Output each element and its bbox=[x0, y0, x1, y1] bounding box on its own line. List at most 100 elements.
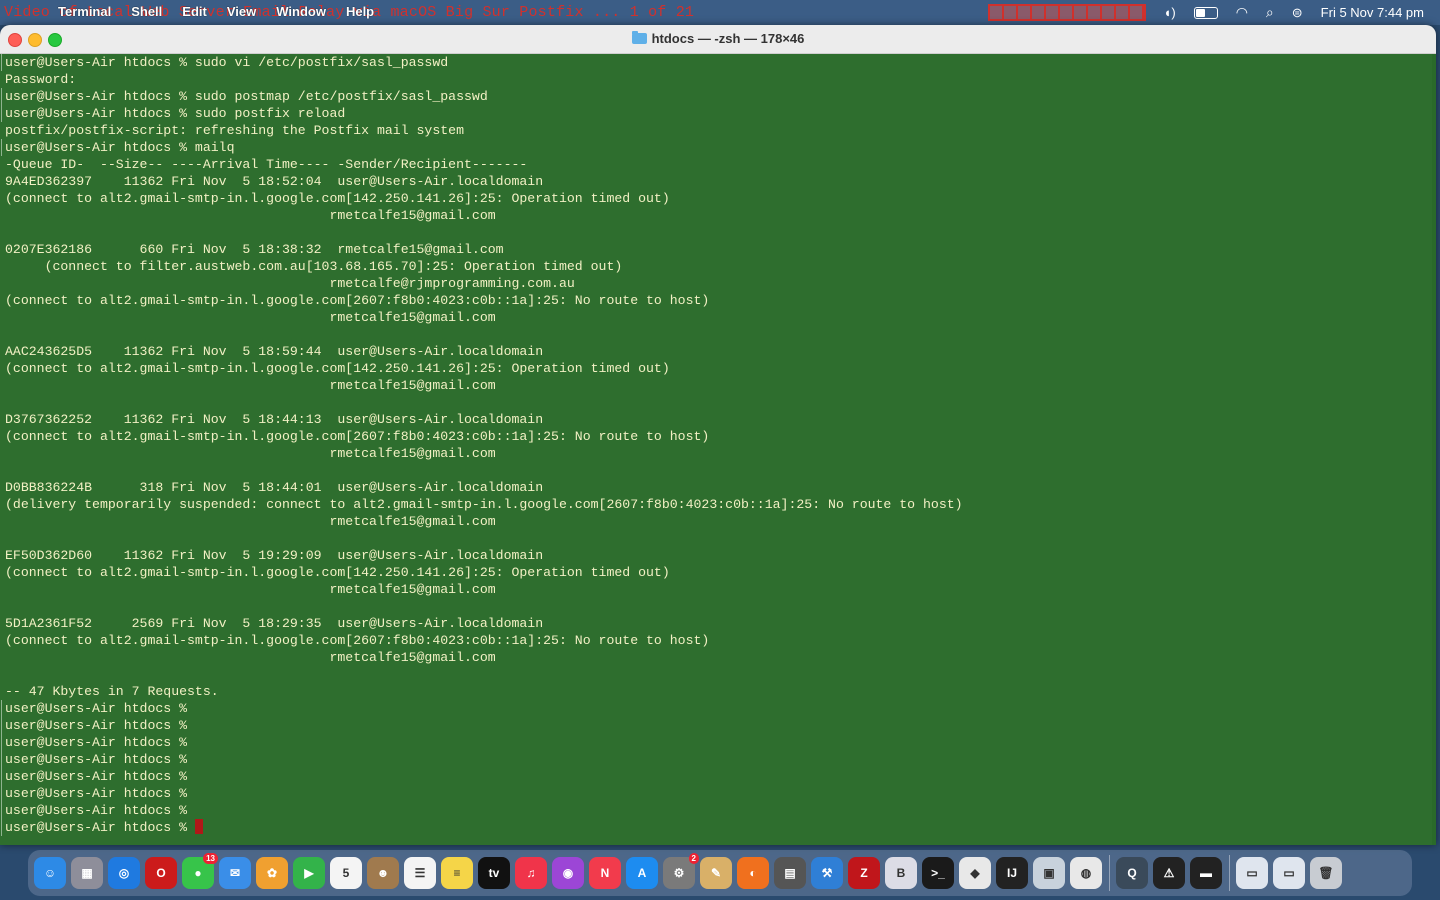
screen-recorder-icon[interactable]: ▬ bbox=[1190, 857, 1222, 889]
bbedit-icon[interactable]: B bbox=[885, 857, 917, 889]
spotlight-search-icon[interactable]: ⌕ bbox=[1266, 4, 1274, 21]
line-text: EF50D362D60 11362 Fri Nov 5 19:29:09 use… bbox=[5, 548, 544, 563]
window-title: htdocs — -zsh — 178×46 bbox=[0, 31, 1436, 46]
prompt-line: user@Users-Air htdocs % bbox=[1, 768, 1436, 785]
preview-icon[interactable]: ▣ bbox=[1033, 857, 1065, 889]
terminal-icon[interactable]: >_ bbox=[922, 857, 954, 889]
sequel-icon[interactable]: ◆ bbox=[959, 857, 991, 889]
output-line: D3767362252 11362 Fri Nov 5 18:44:13 use… bbox=[5, 411, 1436, 428]
line-text: user@Users-Air htdocs % mailq bbox=[5, 140, 235, 155]
control-center-icon[interactable]: ⊜ bbox=[1292, 5, 1303, 21]
output-line: (connect to alt2.gmail-smtp-in.l.google.… bbox=[5, 190, 1436, 207]
contacts-icon[interactable]: ☻ bbox=[367, 857, 399, 889]
output-line: rmetcalfe15@gmail.com bbox=[5, 309, 1436, 326]
line-text: user@Users-Air htdocs % bbox=[5, 803, 188, 818]
podcasts-icon[interactable]: ◉ bbox=[552, 857, 584, 889]
prompt-line: user@Users-Air htdocs % bbox=[1, 700, 1436, 717]
chrome-icon[interactable]: ◍ bbox=[1070, 857, 1102, 889]
launchpad-icon[interactable]: ▦ bbox=[71, 857, 103, 889]
output-line: EF50D362D60 11362 Fri Nov 5 19:29:09 use… bbox=[5, 547, 1436, 564]
line-text: 5D1A2361F52 2569 Fri Nov 5 18:29:35 user… bbox=[5, 616, 544, 631]
photos-icon[interactable]: ✿ bbox=[256, 857, 288, 889]
intellij-icon[interactable]: IJ bbox=[996, 857, 1028, 889]
messages-icon[interactable]: ● 13 bbox=[182, 853, 218, 889]
trash-icon[interactable]: 🗑 bbox=[1310, 857, 1342, 889]
line-text: user@Users-Air htdocs % sudo vi /etc/pos… bbox=[5, 55, 449, 70]
music-icon[interactable]: ♫ bbox=[515, 857, 547, 889]
output-line: (connect to alt2.gmail-smtp-in.l.google.… bbox=[5, 632, 1436, 649]
output-line: -- 47 Kbytes in 7 Requests. bbox=[5, 683, 1436, 700]
menu-view[interactable]: View bbox=[227, 4, 256, 19]
apple-tv-icon[interactable]: tv bbox=[478, 857, 510, 889]
line-text: rmetcalfe15@gmail.com bbox=[5, 582, 496, 597]
output-line: 5D1A2361F52 2569 Fri Nov 5 18:29:35 user… bbox=[5, 615, 1436, 632]
scrollbar[interactable] bbox=[1432, 54, 1436, 845]
battery-icon[interactable] bbox=[1193, 6, 1218, 19]
terminal-output[interactable]: user@Users-Air htdocs % sudo vi /etc/pos… bbox=[0, 54, 1436, 845]
console-icon[interactable]: ⚠ bbox=[1153, 857, 1185, 889]
xcode-icon[interactable]: ⚒ bbox=[811, 857, 843, 889]
finder-icon[interactable]: ☺ bbox=[34, 857, 66, 889]
sound-icon[interactable]: ◖) bbox=[1164, 5, 1176, 20]
output-line: (connect to alt2.gmail-smtp-in.l.google.… bbox=[5, 360, 1436, 377]
paint-icon[interactable]: ✎ bbox=[700, 857, 732, 889]
calculator-icon[interactable]: ▤ bbox=[774, 857, 806, 889]
wifi-icon[interactable]: ◠ bbox=[1236, 4, 1248, 21]
documents-stack-icon[interactable]: ▭ bbox=[1273, 857, 1305, 889]
app-store-icon[interactable]: A bbox=[626, 857, 658, 889]
app-menus: Terminal Shell Edit View Window Help bbox=[58, 4, 394, 19]
prompt-line: user@Users-Air htdocs % bbox=[1, 802, 1436, 819]
line-text: rmetcalfe15@gmail.com bbox=[5, 514, 496, 529]
dock: ☺ ▦ ◎ O ● 13 ✉ ✿ ▶ 5 ☻ ☰ ≡ tv ♫ ◉ N A ⚙ 2 ✎ ◐ ▤ ⚒ Z B >_ ◆ IJ ▣ ◍ Q ⚠ ▬ ▭ ▭… bbox=[28, 850, 1412, 896]
notes-icon[interactable]: ≡ bbox=[441, 857, 473, 889]
line-text: postfix/postfix-script: refreshing the P… bbox=[5, 123, 464, 138]
line-text: (connect to alt2.gmail-smtp-in.l.google.… bbox=[5, 293, 710, 308]
output-line: postfix/postfix-script: refreshing the P… bbox=[5, 122, 1436, 139]
recording-progress-icon bbox=[987, 4, 1146, 21]
output-line: rmetcalfe15@gmail.com bbox=[5, 649, 1436, 666]
menu-clock[interactable]: Fri 5 Nov 7:44 pm bbox=[1321, 5, 1424, 20]
prompt-line: user@Users-Air htdocs % mailq bbox=[1, 139, 1436, 156]
line-text: user@Users-Air htdocs % bbox=[5, 718, 188, 733]
output-line: rmetcalfe15@gmail.com bbox=[5, 377, 1436, 394]
menu-app-terminal[interactable]: Terminal bbox=[58, 4, 111, 19]
menu-shell[interactable]: Shell bbox=[131, 4, 162, 19]
output-line: rmetcalfe15@gmail.com bbox=[5, 207, 1436, 224]
filezilla-icon[interactable]: Z bbox=[848, 857, 880, 889]
dock-separator bbox=[1229, 855, 1230, 891]
quicktime-icon[interactable]: Q bbox=[1116, 857, 1148, 889]
line-text: rmetcalfe15@gmail.com bbox=[5, 208, 496, 223]
output-line: Password: bbox=[5, 71, 1436, 88]
menu-window[interactable]: Window bbox=[276, 4, 326, 19]
prompt-line: user@Users-Air htdocs % bbox=[1, 751, 1436, 768]
terminal-window: htdocs — -zsh — 178×46 user@Users-Air ht… bbox=[0, 25, 1436, 845]
prompt-line: user@Users-Air htdocs % bbox=[1, 734, 1436, 751]
firefox-icon[interactable]: ◐ bbox=[737, 857, 769, 889]
line-text: (delivery temporarily suspended: connect… bbox=[5, 497, 963, 512]
menu-bar: Video of Local Web Server Email Relay vi… bbox=[0, 0, 1440, 25]
line-text: rmetcalfe15@gmail.com bbox=[5, 446, 496, 461]
output-line: (delivery temporarily suspended: connect… bbox=[5, 496, 1436, 513]
reminders-icon[interactable]: ☰ bbox=[404, 857, 436, 889]
opera-icon[interactable]: O bbox=[145, 857, 177, 889]
mail-icon[interactable]: ✉ bbox=[219, 857, 251, 889]
system-preferences-icon[interactable]: ⚙ 2 bbox=[663, 853, 699, 889]
line-text: (connect to alt2.gmail-smtp-in.l.google.… bbox=[5, 429, 710, 444]
prompt-line: user@Users-Air htdocs % sudo postmap /et… bbox=[1, 88, 1436, 105]
text-cursor bbox=[194, 819, 203, 834]
facetime-icon[interactable]: ▶ bbox=[293, 857, 325, 889]
menu-help[interactable]: Help bbox=[346, 4, 374, 19]
news-icon[interactable]: N bbox=[589, 857, 621, 889]
window-titlebar[interactable]: htdocs — -zsh — 178×46 bbox=[0, 25, 1436, 54]
dock-separator bbox=[1109, 855, 1110, 891]
menu-edit[interactable]: Edit bbox=[182, 4, 207, 19]
safari-icon[interactable]: ◎ bbox=[108, 857, 140, 889]
line-text: (connect to alt2.gmail-smtp-in.l.google.… bbox=[5, 565, 670, 580]
output-line: (connect to filter.austweb.com.au[103.68… bbox=[5, 258, 1436, 275]
downloads-stack-icon[interactable]: ▭ bbox=[1236, 857, 1268, 889]
output-line: 0207E362186 660 Fri Nov 5 18:38:32 rmetc… bbox=[5, 241, 1436, 258]
calendar-icon[interactable]: 5 bbox=[330, 857, 362, 889]
